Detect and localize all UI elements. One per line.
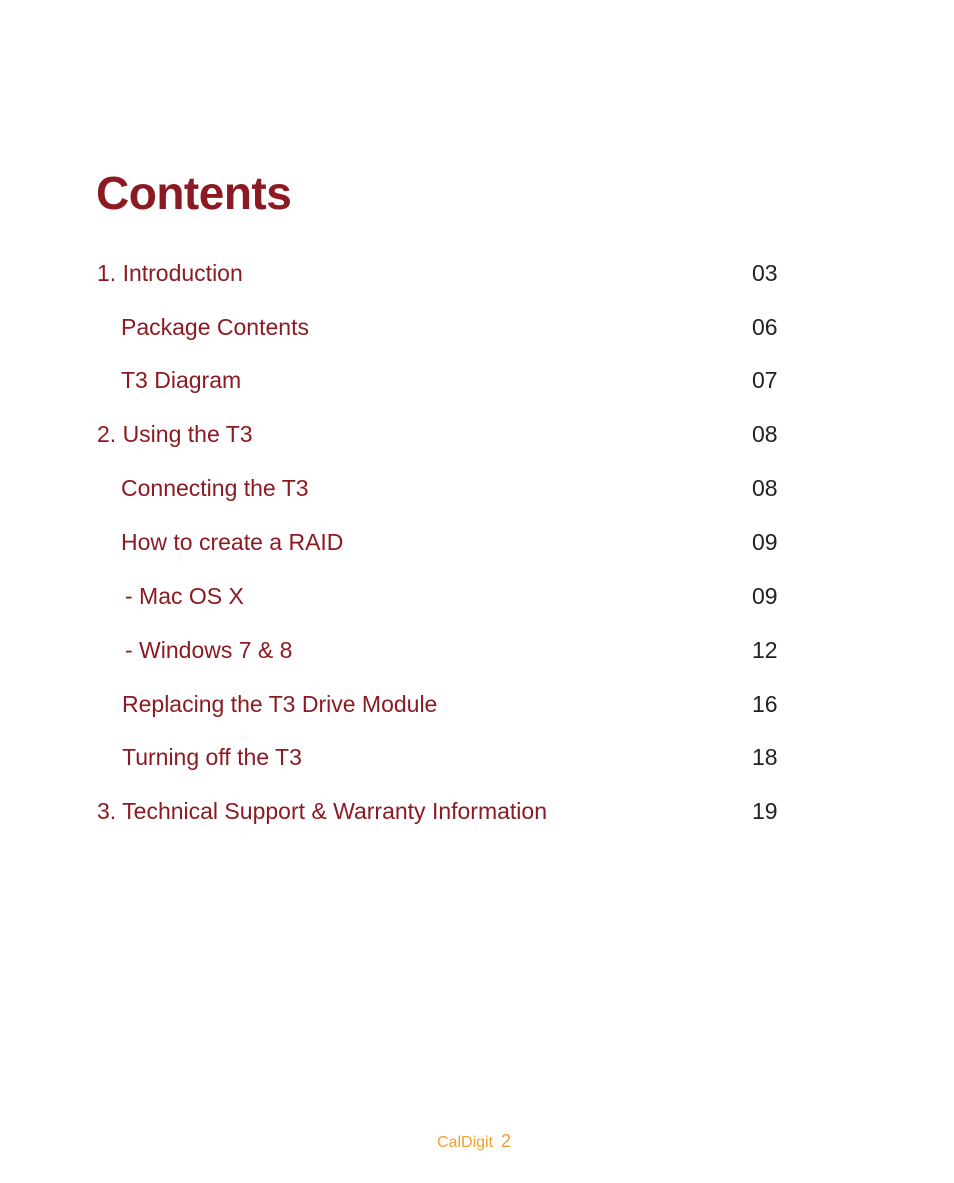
toc-entry[interactable]: 3. Technical Support & Warranty Informat… <box>0 798 954 828</box>
toc-entry-page: 08 <box>752 475 778 501</box>
toc-entry-page: 18 <box>752 744 778 770</box>
toc-entry[interactable]: 2. Using the T3 08 <box>0 421 954 451</box>
toc-entry[interactable]: How to create a RAID 09 <box>0 529 954 559</box>
toc-entry[interactable]: Replacing the T3 Drive Module 16 <box>0 691 954 721</box>
toc-entry-label[interactable]: 2. Using the T3 <box>97 421 253 448</box>
toc-entry[interactable]: 1. Introduction 03 <box>0 260 954 290</box>
toc-entry-page: 06 <box>752 314 778 340</box>
toc-entry-label[interactable]: Connecting the T3 <box>121 475 309 502</box>
toc-entry-page: 12 <box>752 637 778 663</box>
toc-entry-label[interactable]: - Windows 7 & 8 <box>125 637 292 664</box>
toc-entry-page: 16 <box>752 691 778 717</box>
toc-entry[interactable]: T3 Diagram 07 <box>0 367 954 397</box>
page-title: Contents <box>96 167 292 219</box>
footer-brand: CalDigit <box>437 1134 494 1151</box>
toc-entry-page: 03 <box>752 260 778 286</box>
toc-entry-label[interactable]: How to create a RAID <box>121 529 343 556</box>
toc-entry-page: 07 <box>752 367 778 393</box>
toc-entry[interactable]: Connecting the T3 08 <box>0 475 954 505</box>
toc-entry-label[interactable]: 1. Introduction <box>97 260 243 287</box>
toc-entry[interactable]: - Windows 7 & 8 12 <box>0 637 954 667</box>
toc-entry-page: 19 <box>752 798 778 824</box>
toc-entry-page: 08 <box>752 421 778 447</box>
toc-entry[interactable]: Turning off the T3 18 <box>0 744 954 774</box>
toc-entry-label[interactable]: Package Contents <box>121 314 309 341</box>
toc-entry-label[interactable]: 3. Technical Support & Warranty Informat… <box>97 798 547 825</box>
toc-entry-page: 09 <box>752 529 778 555</box>
toc-entry-page: 09 <box>752 583 778 609</box>
page-footer: CalDigit 2 <box>437 1131 511 1152</box>
toc-entry-label[interactable]: T3 Diagram <box>121 367 241 394</box>
toc-entry-label[interactable]: - Mac OS X <box>125 583 244 610</box>
footer-page-number: 2 <box>501 1131 512 1151</box>
toc-entry-label[interactable]: Turning off the T3 <box>122 744 302 771</box>
toc-entry[interactable]: - Mac OS X 09 <box>0 583 954 613</box>
toc-entry-label[interactable]: Replacing the T3 Drive Module <box>122 691 437 718</box>
toc-entry[interactable]: Package Contents 06 <box>0 314 954 344</box>
